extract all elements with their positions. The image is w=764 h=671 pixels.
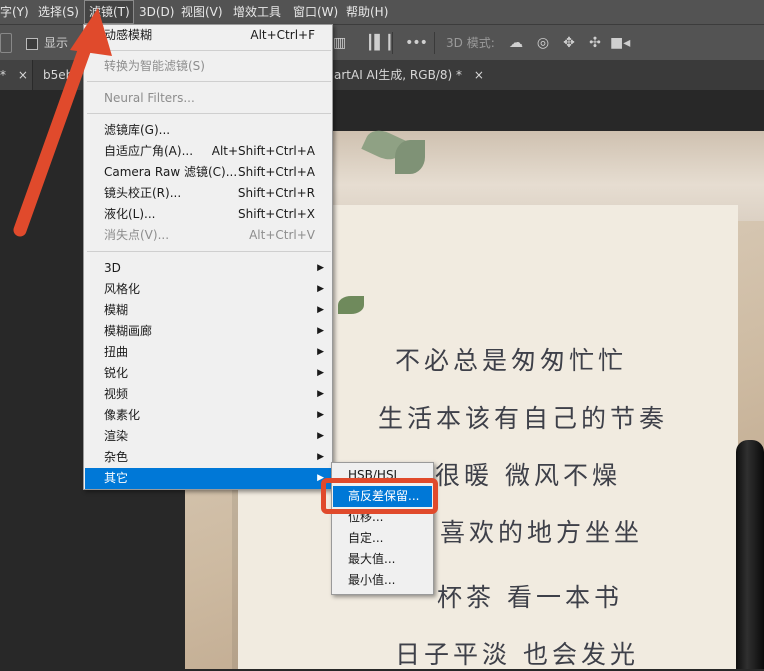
- menu-3d[interactable]: 3D(D): [139, 0, 174, 24]
- menu-item-shortcut: Shift+Ctrl+X: [238, 207, 315, 221]
- menu-item-sharpen[interactable]: 锐化 ▶: [85, 363, 331, 384]
- menu-item-label: 风格化: [104, 282, 141, 296]
- distribute-icon[interactable]: ┃▌┃: [366, 35, 394, 51]
- orbit-3d-icon[interactable]: ☁: [507, 35, 525, 51]
- align-icon[interactable]: ▥: [333, 35, 346, 51]
- photo-leaf: [338, 296, 364, 314]
- submenu-arrow-icon: ▶: [317, 326, 324, 336]
- menu-item-shortcut: Alt+Shift+Ctrl+A: [211, 144, 315, 158]
- submenu-item-label: 最小值...: [348, 573, 396, 587]
- submenu-item-label: 最大值...: [348, 552, 396, 566]
- poem-line: 日子平淡 也会发光: [395, 640, 639, 669]
- submenu-arrow-icon: ▶: [317, 284, 324, 294]
- options-separator: [434, 32, 435, 54]
- menu-help[interactable]: 帮助(H): [346, 0, 388, 24]
- menu-item-label: 模糊: [104, 303, 129, 317]
- pan-3d-icon[interactable]: ✥: [561, 35, 577, 51]
- options-separator: [392, 32, 393, 54]
- submenu-arrow-icon: ▶: [317, 431, 324, 441]
- menu-item-label: 渲染: [104, 429, 129, 443]
- menu-item-render[interactable]: 渲染 ▶: [85, 426, 331, 447]
- menu-plugins[interactable]: 增效工具: [233, 0, 281, 24]
- slide-3d-icon[interactable]: ✣: [586, 35, 604, 51]
- more-options-icon[interactable]: •••: [404, 35, 428, 51]
- photo-pen: [736, 440, 764, 669]
- submenu-arrow-icon: ▶: [317, 452, 324, 462]
- submenu-item-label: 自定...: [348, 531, 384, 545]
- annotation-highlight-box: [321, 478, 438, 514]
- menu-item-label: 锐化: [104, 366, 129, 380]
- menu-item-shortcut: Shift+Ctrl+A: [238, 165, 315, 179]
- submenu-item-maximum[interactable]: 最大值...: [333, 549, 432, 570]
- submenu-item-minimum[interactable]: 最小值...: [333, 570, 432, 591]
- tab-document-3[interactable]: artAI AI生成, RGB/8) * ×: [334, 60, 484, 90]
- menu-item-other[interactable]: 其它 ▶: [85, 468, 331, 489]
- photo-leaf: [395, 140, 425, 174]
- annotation-arrow-icon: [13, 8, 112, 237]
- menu-item-3d[interactable]: 3D ▶: [85, 258, 331, 279]
- 3d-mode-label: 3D 模式:: [446, 36, 495, 50]
- menu-item-pixelate[interactable]: 像素化 ▶: [85, 405, 331, 426]
- poem-line: 杯茶 看一本书: [437, 583, 623, 612]
- menu-item-blur-gallery[interactable]: 模糊画廊 ▶: [85, 321, 331, 342]
- poem-line: 不必总是匆匆忙忙: [395, 346, 628, 375]
- menu-item-stylize[interactable]: 风格化 ▶: [85, 279, 331, 300]
- menu-item-shortcut: Shift+Ctrl+R: [237, 186, 315, 200]
- menu-item-noise[interactable]: 杂色 ▶: [85, 447, 331, 468]
- poem-line: 很暖 微风不燥: [435, 461, 621, 490]
- menu-item-blur[interactable]: 模糊 ▶: [85, 300, 331, 321]
- menu-item-label: 模糊画廊: [104, 324, 153, 338]
- tab-label: artAI AI生成, RGB/8) *: [334, 68, 462, 82]
- poem-line: 生活本该有自己的节奏: [378, 404, 669, 433]
- submenu-arrow-icon: ▶: [317, 347, 324, 357]
- menu-item-shortcut: Alt+Ctrl+F: [250, 28, 315, 42]
- menu-view[interactable]: 视图(V): [181, 0, 223, 24]
- menu-window[interactable]: 窗口(W): [293, 0, 338, 24]
- menu-item-label: 杂色: [104, 450, 129, 464]
- menu-item-label: 其它: [104, 471, 129, 485]
- menu-item-shortcut: Alt+Ctrl+V: [249, 228, 315, 242]
- submenu-arrow-icon: ▶: [317, 305, 324, 315]
- menu-item-label: 3D: [104, 261, 121, 275]
- menu-separator: [87, 251, 331, 252]
- camera-3d-icon[interactable]: ■◂: [610, 35, 630, 51]
- submenu-arrow-icon: ▶: [317, 410, 324, 420]
- menu-item-video[interactable]: 视频 ▶: [85, 384, 331, 405]
- poem-line: 喜欢的地方坐坐: [440, 518, 644, 547]
- submenu-arrow-icon: ▶: [317, 389, 324, 399]
- submenu-arrow-icon: ▶: [317, 263, 324, 273]
- tab-close-icon[interactable]: ×: [474, 68, 484, 82]
- roll-3d-icon[interactable]: ◎: [535, 35, 551, 51]
- menu-item-label: 视频: [104, 387, 129, 401]
- menu-item-label: 扭曲: [104, 345, 129, 359]
- submenu-arrow-icon: ▶: [317, 368, 324, 378]
- menu-item-distort[interactable]: 扭曲 ▶: [85, 342, 331, 363]
- menu-item-label: 像素化: [104, 408, 141, 422]
- submenu-item-custom[interactable]: 自定...: [333, 528, 432, 549]
